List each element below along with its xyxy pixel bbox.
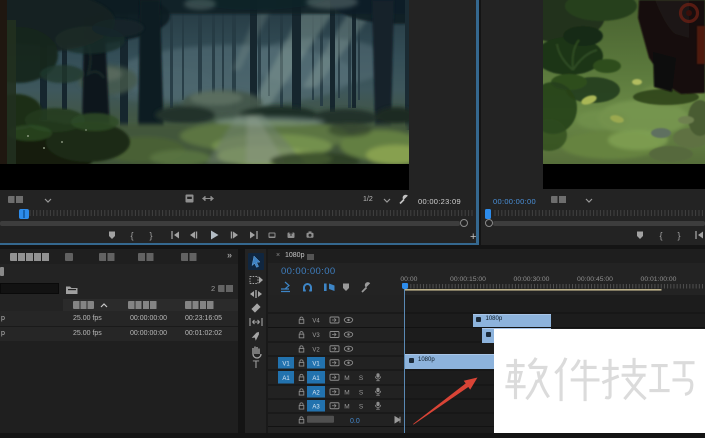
- svg-text:M: M: [344, 403, 349, 410]
- svg-text:V2: V2: [312, 347, 320, 353]
- svg-text:M: M: [344, 389, 349, 396]
- svg-text:00:00:30:00: 00:00:30:00: [514, 276, 550, 283]
- svg-text:0.0: 0.0: [350, 418, 360, 425]
- svg-text:A3: A3: [312, 404, 320, 410]
- svg-text:A1: A1: [282, 376, 290, 382]
- svg-text:M: M: [344, 375, 349, 382]
- svg-text:S: S: [359, 403, 364, 410]
- svg-text:{: {: [659, 231, 662, 241]
- svg-text:S: S: [359, 389, 364, 396]
- svg-text:V1: V1: [312, 361, 320, 367]
- svg-text:00:00:15:00: 00:00:15:00: [450, 276, 486, 283]
- svg-text:V3: V3: [312, 333, 320, 339]
- svg-text:A2: A2: [312, 390, 320, 396]
- svg-text:S: S: [359, 375, 364, 382]
- svg-text:00:00:45:00: 00:00:45:00: [577, 276, 613, 283]
- svg-text:V4: V4: [312, 319, 320, 325]
- svg-text:}: }: [149, 231, 152, 241]
- svg-text:T: T: [253, 359, 260, 371]
- svg-text:00:01:00:00: 00:01:00:00: [641, 276, 677, 283]
- svg-text:V1: V1: [282, 361, 290, 367]
- svg-text:A1: A1: [312, 376, 320, 382]
- svg-text:{: {: [130, 231, 133, 241]
- svg-text:}: }: [677, 231, 680, 241]
- svg-text::00:00: :00:00: [400, 276, 418, 283]
